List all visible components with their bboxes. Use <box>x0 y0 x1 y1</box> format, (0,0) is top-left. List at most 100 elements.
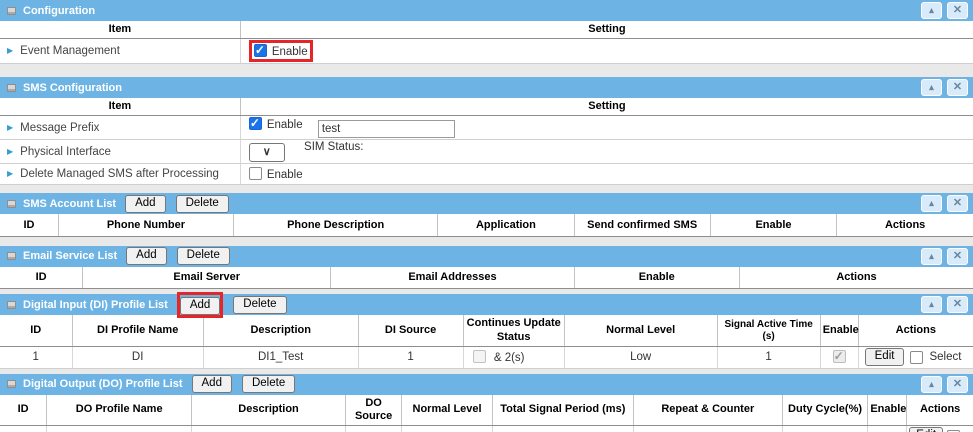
collapse-icon[interactable]: ▴ <box>921 195 942 212</box>
column-header: Actions <box>858 315 973 346</box>
section-email-service-list: Email Service List Add Delete ▴ ✕ ID Ema… <box>0 246 973 290</box>
collapse-icon[interactable]: ▴ <box>921 376 942 393</box>
di-profile-table: ID DI Profile Name Description DI Source… <box>0 315 973 368</box>
section-do-profile-list: Digital Output (DO) Profile List Add Del… <box>0 374 973 432</box>
section-title: Configuration <box>23 5 95 17</box>
column-header: Description <box>192 395 346 426</box>
cell-id: 1 <box>0 426 47 432</box>
column-header: ID <box>0 315 72 346</box>
row-message-prefix: ▶Message Prefix ✓Enable <box>0 116 973 140</box>
check-icon: ✓ <box>834 349 844 363</box>
column-header: Enable <box>574 267 739 289</box>
add-button[interactable]: Add <box>192 375 232 393</box>
configuration-table: Item Setting ▶Event Management ✓Enable <box>0 21 973 64</box>
section-header-email-service-list: Email Service List Add Delete ▴ ✕ <box>0 246 973 267</box>
edit-button[interactable]: Edit <box>865 348 905 366</box>
section-header-sms-account-list: SMS Account List Add Delete ▴ ✕ <box>0 193 973 214</box>
event-management-enable-checkbox[interactable]: ✓ <box>254 44 267 57</box>
column-header: Actions <box>739 267 973 289</box>
column-header: DO Source <box>345 395 401 426</box>
column-header: DI Source <box>358 315 463 346</box>
cell-di-source: 1 <box>358 346 463 368</box>
column-header: Enable <box>868 395 907 426</box>
column-header-item: Item <box>0 21 240 39</box>
enable-label: Enable <box>267 169 303 181</box>
section-divider <box>0 64 973 77</box>
row-event-management: ▶Event Management ✓Enable <box>0 39 973 64</box>
chevron-down-icon: ∨ <box>263 146 271 158</box>
physical-interface-dropdown[interactable]: ∨ <box>249 143 285 162</box>
delete-button[interactable]: Delete <box>177 247 230 265</box>
column-header: Enable <box>710 214 836 236</box>
physical-interface-label: Physical Interface <box>20 146 111 158</box>
select-checkbox[interactable] <box>910 351 923 364</box>
column-header: Duty Cycle(%) <box>782 395 868 426</box>
window-icon <box>7 380 16 388</box>
delete-button[interactable]: Delete <box>176 195 229 213</box>
column-header: Signal Active Time (s) <box>717 315 820 346</box>
enable-label: Enable <box>272 46 308 58</box>
column-header: Actions <box>907 395 973 426</box>
close-icon[interactable]: ✕ <box>947 296 968 313</box>
table-row-do-1: 1 FAN FANONOFF 1 Low 10000 & 0 100 ✓ Edi… <box>0 426 973 432</box>
add-button[interactable]: Add <box>126 247 166 265</box>
close-icon[interactable]: ✕ <box>947 195 968 212</box>
close-icon[interactable]: ✕ <box>947 248 968 265</box>
window-icon <box>7 252 16 260</box>
collapse-icon[interactable]: ▴ <box>921 248 942 265</box>
sms-account-table: ID Phone Number Phone Description Applic… <box>0 214 973 237</box>
section-title: Digital Output (DO) Profile List <box>23 378 183 390</box>
section-header-do-profile-list: Digital Output (DO) Profile List Add Del… <box>0 374 973 395</box>
collapse-icon[interactable]: ▴ <box>921 2 942 19</box>
add-button[interactable]: Add <box>180 297 220 315</box>
cell-normal-level: Low <box>564 346 717 368</box>
collapse-icon[interactable]: ▴ <box>921 296 942 313</box>
check-icon: ✓ <box>250 116 260 130</box>
add-button[interactable]: Add <box>125 195 165 213</box>
column-header: Description <box>203 315 358 346</box>
delete-button[interactable]: Delete <box>242 375 295 393</box>
column-header: DI Profile Name <box>72 315 203 346</box>
window-icon <box>7 200 16 208</box>
message-prefix-enable-checkbox[interactable]: ✓ <box>249 117 262 130</box>
select-label: Select <box>929 351 961 363</box>
highlight-box-di-add: Add <box>177 292 223 318</box>
cell-normal-level: Low <box>402 426 492 432</box>
column-header: Phone Description <box>234 214 438 236</box>
cell-id: 1 <box>0 346 72 368</box>
delete-managed-sms-enable-checkbox[interactable] <box>249 167 262 180</box>
close-icon[interactable]: ✕ <box>947 79 968 96</box>
cell-do-source: 1 <box>345 426 401 432</box>
column-header: Total Signal Period (ms) <box>492 395 633 426</box>
section-sms-configuration: SMS Configuration ▴ ✕ Item Setting ▶Mess… <box>0 77 973 185</box>
window-icon <box>7 84 16 92</box>
section-title: Digital Input (DI) Profile List <box>23 299 168 311</box>
delete-button[interactable]: Delete <box>233 296 286 314</box>
section-configuration: Configuration ▴ ✕ Item Setting ▶Event Ma… <box>0 0 973 64</box>
column-header: ID <box>0 214 58 236</box>
row-physical-interface: ▶Physical Interface ∨ SIM Status: <box>0 140 973 164</box>
column-header: Phone Number <box>58 214 233 236</box>
column-header-setting: Setting <box>240 21 973 39</box>
column-header: Continues Update Status <box>463 315 564 346</box>
email-service-table: ID Email Server Email Addresses Enable A… <box>0 267 973 290</box>
cell-description: DI1_Test <box>203 346 358 368</box>
section-title: SMS Account List <box>23 198 116 210</box>
edit-button[interactable]: Edit <box>909 427 943 432</box>
column-header: Enable <box>820 315 858 346</box>
row-arrow-icon: ▶ <box>7 123 13 132</box>
section-header-di-profile-list: Digital Input (DI) Profile List Add Dele… <box>0 294 973 315</box>
table-row-di-1: 1 DI DI1_Test 1 & 2(s) Low 1 ✓ Edit Sele… <box>0 346 973 368</box>
check-icon: ✓ <box>255 43 265 57</box>
column-header: Normal Level <box>564 315 717 346</box>
row-arrow-icon: ▶ <box>7 169 13 178</box>
row-arrow-icon: ▶ <box>7 147 13 156</box>
close-icon[interactable]: ✕ <box>947 2 968 19</box>
close-icon[interactable]: ✕ <box>947 376 968 393</box>
cell-signal-active-time: 1 <box>717 346 820 368</box>
section-title: SMS Configuration <box>23 82 122 94</box>
column-header: Normal Level <box>402 395 492 426</box>
section-header-sms-configuration: SMS Configuration ▴ ✕ <box>0 77 973 98</box>
message-prefix-input[interactable] <box>318 120 455 138</box>
collapse-icon[interactable]: ▴ <box>921 79 942 96</box>
